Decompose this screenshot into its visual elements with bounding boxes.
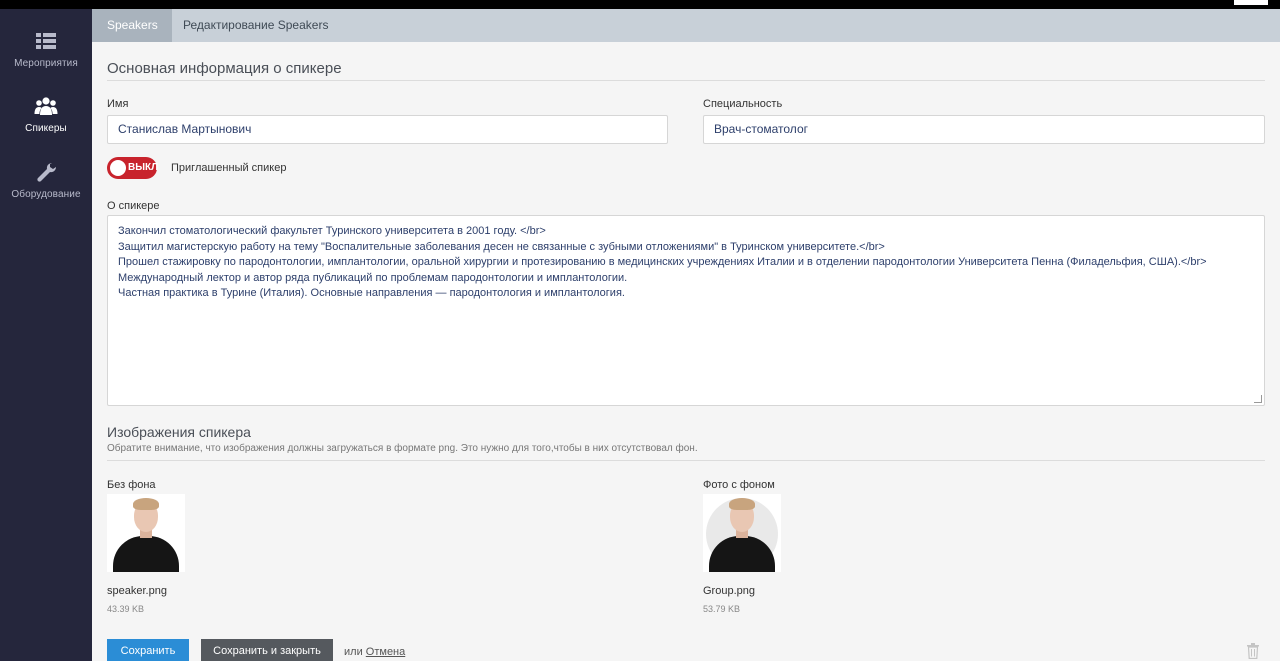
speaker-photo-with-bg[interactable] [703, 494, 781, 572]
or-cancel: или Отмена [344, 646, 405, 658]
divider [107, 80, 1265, 81]
trash-icon[interactable] [1246, 643, 1260, 659]
photo-shape [113, 536, 179, 572]
about-line: Международный лектор и автор ряда публик… [118, 271, 628, 284]
images-note: Обратите внимание, что изображения должн… [107, 443, 698, 454]
sidebar-item-label: Спикеры [25, 123, 67, 134]
cancel-link[interactable]: Отмена [366, 646, 405, 658]
sidebar-item-events[interactable]: Мероприятия [0, 30, 92, 69]
save-button[interactable]: Сохранить [107, 639, 189, 661]
sidebar: Мероприятия Спикеры Оборудование [0, 9, 92, 661]
top-bar [0, 0, 1280, 9]
about-textarea[interactable]: Закончил стоматологический факультет Тур… [107, 215, 1265, 406]
with-bg-label: Фото с фоном [703, 479, 775, 491]
sidebar-item-speakers[interactable]: Спикеры [0, 95, 92, 134]
file-name: speaker.png [107, 585, 167, 597]
sidebar-item-equipment[interactable]: Оборудование [0, 161, 92, 200]
list-icon [36, 33, 56, 49]
no-bg-label: Без фона [107, 479, 156, 491]
wrench-icon [37, 162, 57, 182]
file-name: Group.png [703, 585, 755, 597]
about-label: О спикере [107, 200, 160, 212]
specialty-label: Специальность [703, 98, 783, 110]
photo-shape [729, 498, 755, 510]
toggle-state: ВЫКЛ [128, 162, 159, 173]
sidebar-item-label: Мероприятия [14, 58, 78, 69]
images-section-title: Изображения спикера [107, 424, 251, 440]
photo-shape [133, 498, 159, 510]
or-label: или [344, 646, 363, 658]
breadcrumb-arrow [158, 9, 170, 41]
section-title: Основная информация о спикере [107, 60, 342, 77]
main-content: Speakers Редактирование Speakers Основна… [92, 9, 1280, 661]
about-line: Прошел стажировку по пародонтологии, имп… [118, 256, 1207, 268]
file-size: 43.39 KB [107, 604, 145, 614]
save-and-close-button[interactable]: Сохранить и закрыть [201, 639, 333, 661]
file-size: 53.79 KB [703, 604, 741, 614]
divider [107, 460, 1265, 461]
users-icon [34, 97, 58, 115]
sidebar-item-label: Оборудование [11, 189, 81, 200]
breadcrumb-current: Редактирование Speakers [183, 18, 329, 32]
toggle-knob [110, 160, 126, 176]
speaker-photo-no-bg[interactable] [107, 494, 185, 572]
top-bar-box [1234, 0, 1268, 5]
resize-handle[interactable] [1254, 395, 1262, 403]
invited-speaker-toggle[interactable]: ВЫКЛ [107, 157, 159, 179]
toggle-label: Приглашенный спикер [171, 162, 287, 174]
name-label: Имя [107, 98, 129, 110]
about-line: Частная практика в Турине (Италия). Осно… [118, 287, 625, 299]
breadcrumb: Speakers Редактирование Speakers [92, 9, 1280, 42]
about-line: Защитил магистерскую работу на тему "Вос… [118, 240, 885, 253]
about-line: Закончил стоматологический факультет Тур… [118, 225, 546, 237]
name-input[interactable]: Станислав Мартынович [107, 115, 668, 144]
specialty-input[interactable]: Врач-стоматолог [703, 115, 1265, 144]
